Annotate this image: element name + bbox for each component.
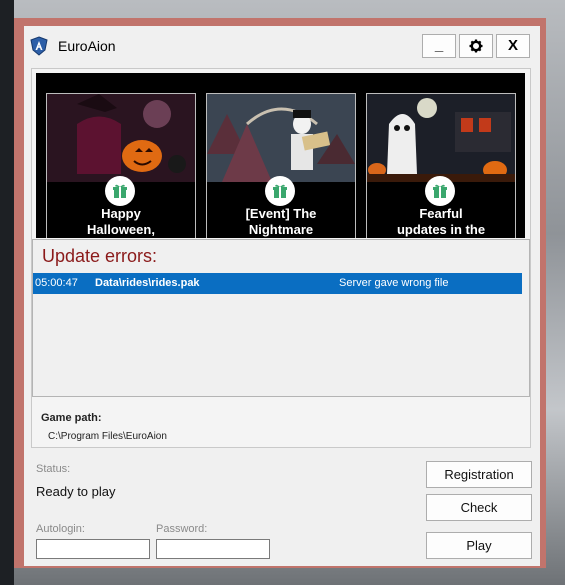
title-bar[interactable]: EuroAion _ X (24, 26, 540, 66)
update-errors-panel: Update errors: 05:00:47 Data\rides\rides… (32, 239, 530, 397)
news-title-line: Nightmare (248, 222, 314, 237)
minimize-button[interactable]: _ (422, 34, 456, 58)
news-title-line: updates in the (396, 222, 486, 237)
launcher-window: EuroAion _ X Happy Halloween, [Event] Th… (24, 26, 540, 566)
error-file: Data\rides\rides.pak (95, 277, 200, 289)
gift-icon (425, 176, 455, 206)
news-card-image (367, 94, 515, 182)
news-title-line: Fearful (419, 206, 463, 221)
error-row[interactable]: 05:00:47 Data\rides\rides.pak Server gav… (33, 273, 522, 294)
settings-button[interactable] (459, 34, 493, 58)
news-strip: Happy Halloween, [Event] The Nightmare F… (36, 73, 525, 238)
game-path-label: Game path: (41, 412, 102, 424)
registration-button[interactable]: Registration (426, 461, 532, 488)
news-card-image (207, 94, 355, 182)
update-errors-title: Update errors: (42, 246, 158, 266)
news-title-line: [Event] The (245, 206, 317, 221)
status-value: Ready to play (36, 484, 116, 499)
main-panel: Happy Halloween, [Event] The Nightmare F… (31, 68, 531, 448)
gear-icon (469, 39, 483, 57)
news-card[interactable]: Happy Halloween, (46, 93, 196, 238)
news-card-image (47, 94, 195, 182)
gift-icon (105, 176, 135, 206)
play-button[interactable]: Play (426, 532, 532, 559)
password-label: Password: (156, 523, 208, 535)
news-card[interactable]: [Event] The Nightmare (206, 93, 356, 238)
check-button[interactable]: Check (426, 494, 532, 521)
news-card-title: Happy Halloween, (47, 206, 195, 238)
news-card[interactable]: Fearful updates in the (366, 93, 516, 238)
news-title-line: Halloween, (87, 222, 155, 237)
app-logo-icon (30, 36, 48, 56)
password-input[interactable] (156, 539, 270, 559)
status-label: Status: (36, 463, 71, 475)
game-path-value: C:\Program Files\EuroAion (48, 431, 167, 442)
autologin-input[interactable] (36, 539, 150, 559)
desktop-background (0, 0, 14, 585)
news-title-line: Happy (101, 206, 141, 221)
autologin-label: Autologin: (36, 523, 85, 535)
app-title: EuroAion (58, 38, 116, 54)
close-label: X (507, 37, 518, 54)
news-card-title: [Event] The Nightmare (207, 206, 355, 238)
minimize-label: _ (434, 37, 444, 54)
error-time: 05:00:47 (35, 277, 78, 289)
news-card-title: Fearful updates in the (367, 206, 515, 238)
error-message: Server gave wrong file (339, 277, 449, 289)
close-button[interactable]: X (496, 34, 530, 58)
gift-icon (265, 176, 295, 206)
